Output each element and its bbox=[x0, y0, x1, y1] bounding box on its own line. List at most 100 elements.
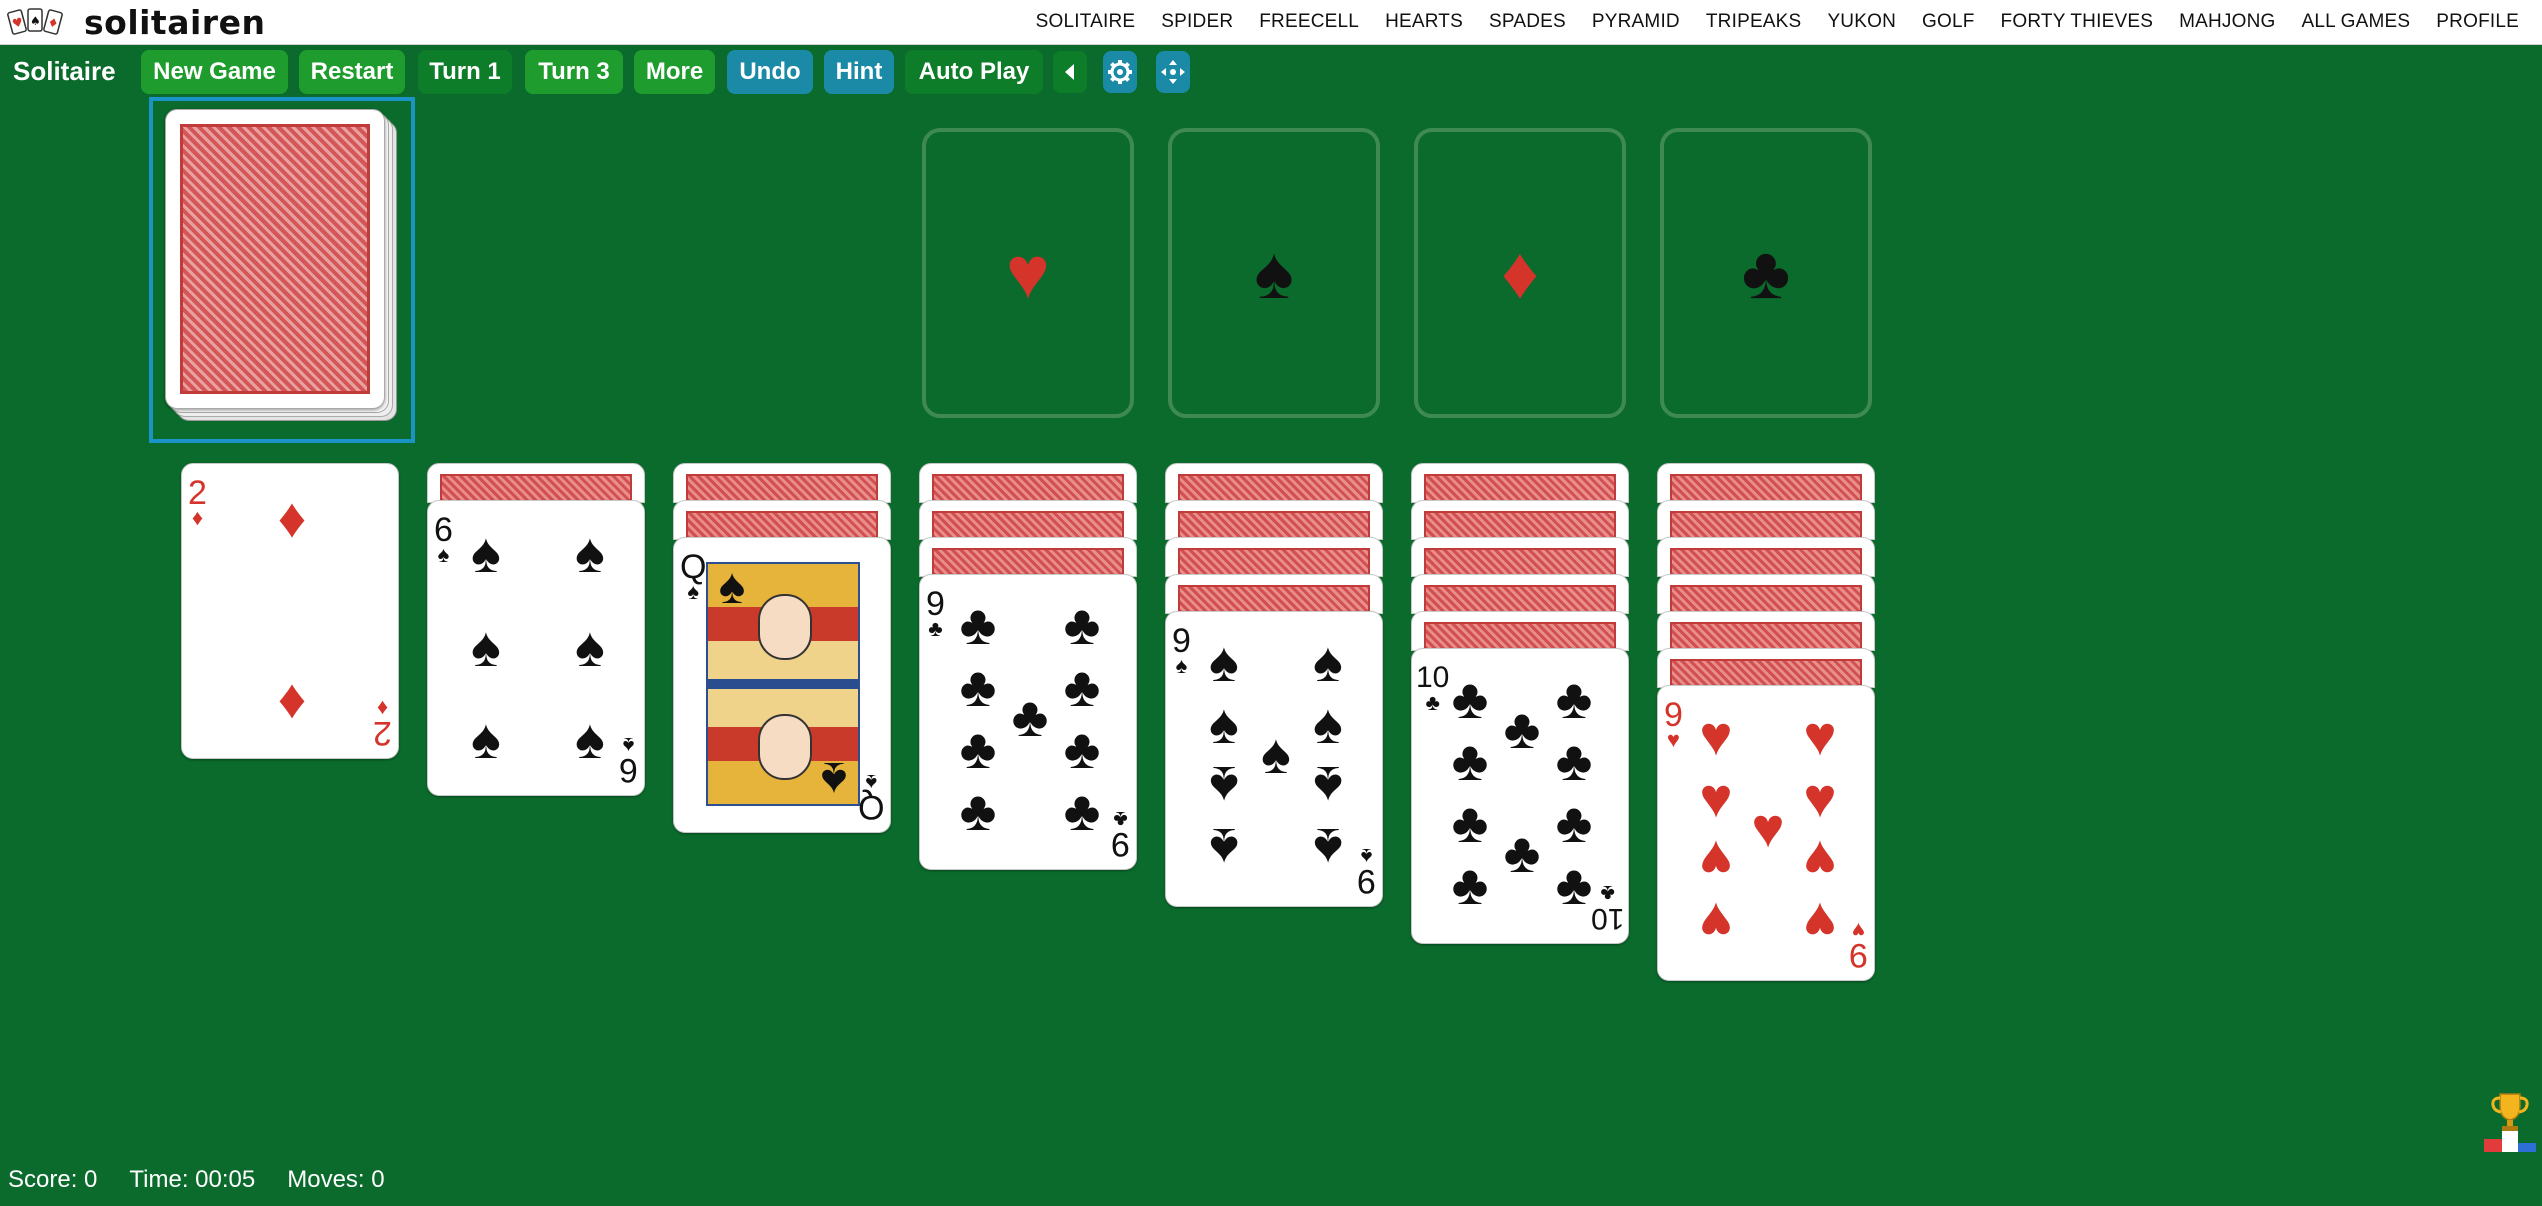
foundation-diamonds[interactable]: ♦ bbox=[1414, 128, 1626, 418]
card-back bbox=[1411, 611, 1629, 651]
nav-golf[interactable]: GOLF bbox=[1909, 11, 1988, 33]
club-icon: ♣ bbox=[1063, 655, 1101, 718]
spade-icon: ♠ bbox=[575, 707, 605, 770]
new-game-button[interactable]: New Game bbox=[141, 50, 288, 94]
tableau-card-10-clubs[interactable]: 10 ♣ ♣ ♣ ♣ ♣ ♣ ♣ ♣ ♣ ♣ ♣ 10 ♣ bbox=[1411, 648, 1629, 944]
score-readout: Score: 0 bbox=[8, 1166, 98, 1193]
nav-solitaire[interactable]: SOLITAIRE bbox=[1023, 11, 1149, 33]
club-icon: ♣ bbox=[1063, 593, 1101, 656]
heart-icon: ♥ bbox=[1699, 704, 1733, 767]
moves-readout: Moves: 0 bbox=[287, 1166, 385, 1193]
move-icon[interactable] bbox=[1156, 51, 1190, 93]
spade-icon: ♠ bbox=[1313, 755, 1343, 818]
spade-icon: ♠ bbox=[575, 521, 605, 584]
club-icon: ♣ bbox=[1600, 881, 1615, 906]
heart-icon: ♥ bbox=[1803, 829, 1837, 892]
card-back bbox=[1411, 463, 1629, 503]
spade-icon: ♠ bbox=[1313, 692, 1343, 755]
turn-1-button[interactable]: Turn 1 bbox=[418, 50, 512, 94]
card-back bbox=[1657, 537, 1875, 577]
time-readout: Time: 00:05 bbox=[129, 1166, 256, 1193]
sound-icon[interactable] bbox=[1053, 51, 1087, 93]
club-icon: ♣ bbox=[1555, 729, 1593, 792]
card-fan-logo-icon: ♥ ♠ ♦ bbox=[6, 5, 68, 39]
nav-all-games[interactable]: ALL GAMES bbox=[2288, 11, 2423, 33]
club-icon: ♣ bbox=[1063, 779, 1101, 842]
tableau-card-9-spades[interactable]: 9 ♠ ♠ ♠ ♠ ♠ ♠ ♠ ♠ ♠ ♠ 9 ♠ bbox=[1165, 611, 1383, 907]
card-rank: 10 bbox=[1590, 902, 1624, 935]
spade-icon: ♠ bbox=[575, 615, 605, 678]
club-icon: ♣ bbox=[1063, 717, 1101, 780]
tableau-card-q-spades[interactable]: Q ♠ ♠ ♠ Q ♠ bbox=[673, 537, 891, 833]
spade-icon: ♠ bbox=[718, 558, 746, 614]
card-back bbox=[1657, 500, 1875, 540]
card-back bbox=[1657, 648, 1875, 688]
card-back bbox=[673, 500, 891, 540]
card-back bbox=[919, 463, 1137, 503]
tableau-card-2-diamonds[interactable]: 2 ♦ ♦ ♦ 2 ♦ bbox=[181, 463, 399, 759]
club-icon: ♣ bbox=[959, 717, 997, 780]
restart-button[interactable]: Restart bbox=[299, 50, 405, 94]
club-icon: ♣ bbox=[1555, 791, 1593, 854]
club-icon: ♣ bbox=[959, 655, 997, 718]
top-navigation-bar: ♥ ♠ ♦ solitairen SOLITAIRE SPIDER FREECE… bbox=[0, 0, 2542, 45]
site-name: solitairen bbox=[84, 2, 266, 42]
main-nav: SOLITAIRE SPIDER FREECELL HEARTS SPADES … bbox=[1023, 0, 2532, 44]
card-back bbox=[919, 500, 1137, 540]
heart-icon: ♥ bbox=[1699, 891, 1733, 954]
spade-icon: ♠ bbox=[1313, 630, 1343, 693]
card-back bbox=[919, 537, 1137, 577]
more-button[interactable]: More bbox=[634, 50, 715, 94]
card-back bbox=[1165, 574, 1383, 614]
page-title: Solitaire bbox=[13, 56, 116, 86]
spade-icon: ♠ bbox=[471, 615, 501, 678]
nav-spider[interactable]: SPIDER bbox=[1148, 11, 1246, 33]
leaderboard-trophy-icon[interactable] bbox=[2482, 1090, 2538, 1152]
club-icon: ♣ bbox=[1451, 667, 1489, 730]
undo-button[interactable]: Undo bbox=[727, 50, 813, 94]
site-logo[interactable]: ♥ ♠ ♦ solitairen bbox=[6, 2, 266, 42]
card-back bbox=[1165, 463, 1383, 503]
nav-spades[interactable]: SPADES bbox=[1476, 11, 1579, 33]
hint-button[interactable]: Hint bbox=[824, 50, 894, 94]
diamond-icon: ♦ bbox=[277, 673, 307, 736]
tableau-card-9-clubs[interactable]: 9 ♣ ♣ ♣ ♣ ♣ ♣ ♣ ♣ ♣ ♣ 9 ♣ bbox=[919, 574, 1137, 870]
club-icon: ♣ bbox=[928, 616, 943, 641]
auto-play-button[interactable]: Auto Play bbox=[905, 50, 1043, 94]
status-bar: Score: 0 Time: 00:05 Moves: 0 bbox=[8, 1166, 385, 1194]
spade-icon: ♠ bbox=[1209, 692, 1239, 755]
card-back bbox=[1165, 537, 1383, 577]
heart-icon: ♥ bbox=[1751, 796, 1785, 859]
nav-hearts[interactable]: HEARTS bbox=[1372, 11, 1476, 33]
nav-yukon[interactable]: YUKON bbox=[1814, 11, 1909, 33]
foundation-clubs[interactable]: ♣ bbox=[1660, 128, 1872, 418]
nav-profile[interactable]: PROFILE bbox=[2423, 11, 2532, 33]
spade-icon: ♠ bbox=[471, 521, 501, 584]
card-back bbox=[1411, 500, 1629, 540]
nav-mahjong[interactable]: MAHJONG bbox=[2166, 11, 2288, 33]
nav-forty-thieves[interactable]: FORTY THIEVES bbox=[1988, 11, 2167, 33]
card-back bbox=[1657, 611, 1875, 651]
nav-pyramid[interactable]: PYRAMID bbox=[1579, 11, 1693, 33]
nav-freecell[interactable]: FREECELL bbox=[1246, 11, 1372, 33]
spade-icon: ♠ bbox=[1209, 630, 1239, 693]
club-icon: ♣ bbox=[959, 779, 997, 842]
stock-pile[interactable] bbox=[165, 109, 401, 425]
turn-3-button[interactable]: Turn 3 bbox=[525, 50, 623, 94]
foundation-spades[interactable]: ♠ bbox=[1168, 128, 1380, 418]
heart-icon: ♥ bbox=[1006, 231, 1050, 314]
tableau-card-9-hearts[interactable]: 9 ♥ ♥ ♥ ♥ ♥ ♥ ♥ ♥ ♥ ♥ 9 ♥ bbox=[1657, 685, 1875, 981]
card-back bbox=[673, 463, 891, 503]
club-icon: ♣ bbox=[1451, 853, 1489, 916]
club-icon: ♣ bbox=[1451, 729, 1489, 792]
heart-icon: ♥ bbox=[1803, 766, 1837, 829]
nav-tripeaks[interactable]: TRIPEAKS bbox=[1693, 11, 1815, 33]
tableau-card-6-spades[interactable]: 6 ♠ ♠ ♠ ♠ ♠ ♠ ♠ 6 ♠ bbox=[427, 500, 645, 796]
club-icon: ♣ bbox=[1503, 697, 1541, 760]
heart-icon: ♥ bbox=[1803, 891, 1837, 954]
foundation-hearts[interactable]: ♥ bbox=[922, 128, 1134, 418]
settings-icon[interactable] bbox=[1103, 51, 1137, 93]
spade-icon: ♠ bbox=[471, 707, 501, 770]
heart-icon: ♥ bbox=[1699, 766, 1733, 829]
club-icon: ♣ bbox=[1555, 667, 1593, 730]
